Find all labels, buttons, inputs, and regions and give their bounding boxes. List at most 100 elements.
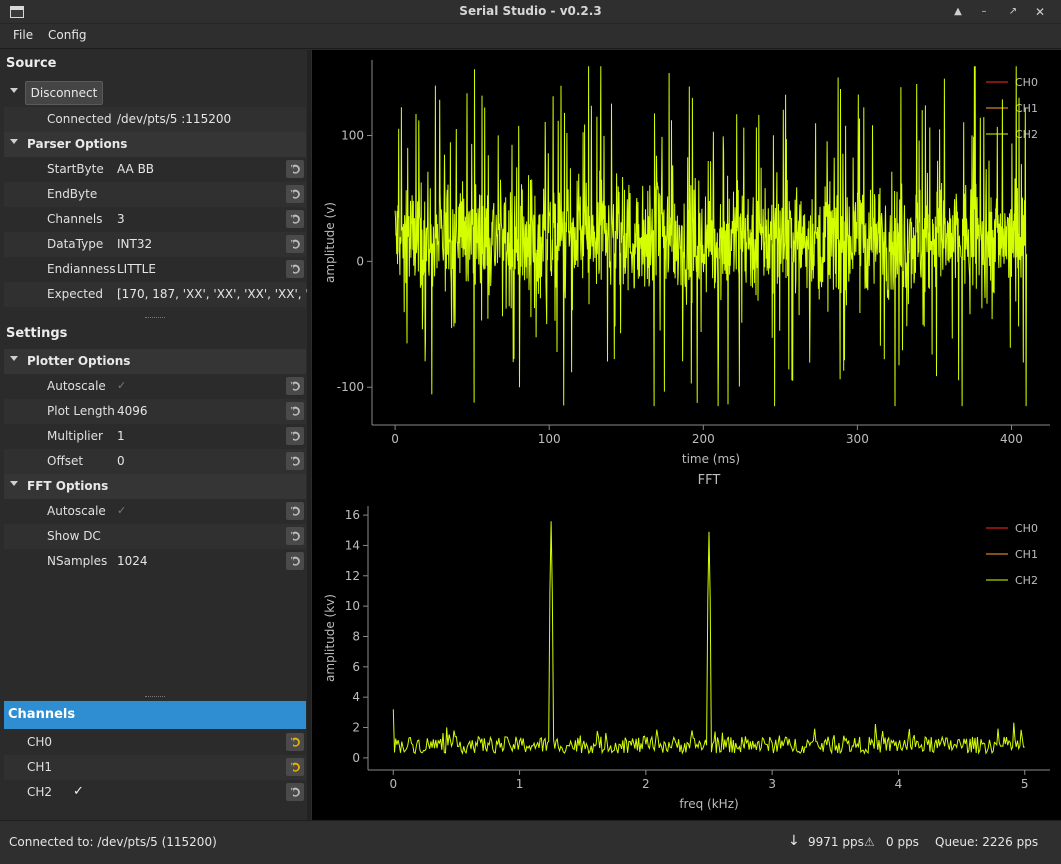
collapse-arrow-icon[interactable] bbox=[10, 356, 18, 361]
startbyte-label: StartByte bbox=[47, 162, 104, 176]
datatype-value[interactable]: INT32 bbox=[117, 237, 307, 251]
minimize-icon[interactable]: – bbox=[975, 3, 993, 21]
reset-icon[interactable] bbox=[286, 185, 304, 203]
close-icon[interactable]: ✕ bbox=[1031, 3, 1049, 21]
parser-row-endbyte: EndByte bbox=[4, 182, 306, 207]
source-title: Source bbox=[6, 56, 57, 71]
x-tick-label: 200 bbox=[692, 432, 715, 446]
fft-autoscale-label: Autoscale bbox=[47, 504, 106, 518]
menu-config[interactable]: Config bbox=[48, 28, 87, 42]
nsamples-value[interactable]: 1024 bbox=[117, 554, 307, 568]
x-tick-label: 0 bbox=[391, 432, 399, 446]
ch2-label: CH2 bbox=[27, 785, 53, 799]
shade-icon[interactable]: ▲ bbox=[949, 3, 967, 21]
x-tick-label: 3 bbox=[768, 777, 776, 791]
reset-icon[interactable] bbox=[286, 783, 304, 801]
disconnect-button[interactable]: Disconnect bbox=[25, 81, 103, 105]
menu-file[interactable]: File bbox=[13, 28, 33, 42]
parser-row-channels: Channels 3 bbox=[4, 207, 306, 232]
fft-row-show-dc: Show DC bbox=[4, 524, 306, 549]
status-bar: Connected to: /dev/pts/5 (115200) ↓ 9971… bbox=[0, 820, 1061, 864]
connection-status: Connected to: /dev/pts/5 (115200) bbox=[9, 835, 217, 849]
reset-icon[interactable] bbox=[286, 235, 304, 253]
reset-icon[interactable] bbox=[286, 552, 304, 570]
channel-row-ch0[interactable]: CH0 bbox=[4, 730, 306, 755]
splitter-handle[interactable] bbox=[145, 317, 165, 319]
plot-area[interactable]: 0 100 200 300 400 -100 0 100 time (ms) amplitude … bbox=[312, 50, 1061, 820]
collapse-arrow-icon[interactable] bbox=[10, 88, 18, 93]
plot-length-value[interactable]: 4096 bbox=[117, 404, 307, 418]
plotter-options-group[interactable]: Plotter Options bbox=[4, 349, 306, 374]
connected-label: Connected bbox=[47, 112, 112, 126]
offset-label: Offset bbox=[47, 454, 84, 468]
y-tick-label: 4 bbox=[352, 690, 360, 704]
reset-icon[interactable] bbox=[286, 733, 304, 751]
reset-icon[interactable] bbox=[286, 377, 304, 395]
collapse-arrow-icon[interactable] bbox=[10, 139, 18, 144]
plotter-row-offset: Offset 0 bbox=[4, 449, 306, 474]
ch2-checkbox[interactable]: ✓ bbox=[73, 785, 85, 798]
title-bar[interactable]: Serial Studio - v0.2.3 ▲ – ↗ ✕ bbox=[0, 0, 1061, 24]
endianness-value[interactable]: LITTLE bbox=[117, 262, 307, 276]
channels-label: Channels bbox=[47, 212, 103, 226]
parser-options-label: Parser Options bbox=[27, 137, 128, 151]
x-tick-label: 4 bbox=[895, 777, 903, 791]
window-title: Serial Studio - v0.2.3 bbox=[459, 4, 602, 18]
x-tick-label: 5 bbox=[1021, 777, 1029, 791]
show-dc-checkbox[interactable] bbox=[117, 530, 129, 542]
plotter-row-multiplier: Multiplier 1 bbox=[4, 424, 306, 449]
parser-row-startbyte: StartByte AA BB bbox=[4, 157, 306, 182]
collapse-arrow-icon[interactable] bbox=[10, 481, 18, 486]
reset-icon[interactable] bbox=[286, 427, 304, 445]
connected-value: /dev/pts/5 :115200 bbox=[117, 112, 232, 126]
offset-value[interactable]: 0 bbox=[117, 454, 307, 468]
ch1-checkbox[interactable] bbox=[71, 761, 83, 773]
show-dc-label: Show DC bbox=[47, 529, 101, 543]
ch1-label: CH1 bbox=[27, 760, 53, 774]
channel-row-ch1[interactable]: CH1 bbox=[4, 755, 306, 780]
y-tick-label: 10 bbox=[345, 599, 360, 613]
splitter-handle[interactable] bbox=[145, 696, 165, 698]
parser-row-endianness: Endianness LITTLE bbox=[4, 257, 306, 282]
parser-row-datatype: DataType INT32 bbox=[4, 232, 306, 257]
ch0-label: CH0 bbox=[27, 735, 53, 749]
reset-icon[interactable] bbox=[286, 210, 304, 228]
error-icon: ⚠ bbox=[864, 835, 875, 849]
reset-icon[interactable] bbox=[286, 758, 304, 776]
channel-row-ch2[interactable]: CH2 ✓ bbox=[4, 780, 306, 805]
maximize-icon[interactable]: ↗ bbox=[1004, 3, 1022, 21]
reset-icon[interactable] bbox=[286, 527, 304, 545]
multiplier-value[interactable]: 1 bbox=[117, 429, 307, 443]
plotter-autoscale-checkbox[interactable]: ✓ bbox=[117, 380, 129, 392]
reset-icon[interactable] bbox=[286, 260, 304, 278]
x-tick-label: 2 bbox=[642, 777, 650, 791]
channels-header: Channels bbox=[4, 701, 306, 729]
x-tick-label: 1 bbox=[516, 777, 524, 791]
legend-entry: CH2 bbox=[1015, 574, 1038, 587]
reset-icon[interactable] bbox=[286, 452, 304, 470]
plots-canvas: 0 100 200 300 400-1000100time (ms)amplitude … bbox=[323, 60, 1050, 811]
left-panel: Source Disconnect Connected /dev/pts/5 :… bbox=[0, 50, 311, 820]
y-tick-label: 0 bbox=[356, 254, 364, 268]
channels-value[interactable]: 3 bbox=[117, 212, 307, 226]
expected-value: [170, 187, 'XX', 'XX', 'XX', 'XX', 'XX',… bbox=[117, 287, 307, 301]
fft-autoscale-checkbox[interactable]: ✓ bbox=[117, 505, 129, 517]
plotter-autoscale-label: Autoscale bbox=[47, 379, 106, 393]
parser-row-expected: Expected [170, 187, 'XX', 'XX', 'XX', 'X… bbox=[4, 282, 307, 307]
plotter-row-autoscale: Autoscale ✓ bbox=[4, 374, 306, 399]
multiplier-label: Multiplier bbox=[47, 429, 103, 443]
fft-options-group[interactable]: FFT Options bbox=[4, 474, 306, 499]
y-axis-label: amplitude (kv) bbox=[323, 594, 337, 682]
reset-icon[interactable] bbox=[286, 502, 304, 520]
x-axis-label: freq (kHz) bbox=[679, 797, 738, 811]
y-tick-label: 0 bbox=[352, 751, 360, 765]
plot-length-label: Plot Length bbox=[47, 404, 115, 418]
legend-entry: CH1 bbox=[1015, 102, 1038, 115]
reset-icon[interactable] bbox=[286, 160, 304, 178]
datatype-label: DataType bbox=[47, 237, 104, 251]
startbyte-value[interactable]: AA BB bbox=[117, 162, 307, 176]
reset-icon[interactable] bbox=[286, 402, 304, 420]
legend-entry: CH1 bbox=[1015, 548, 1038, 561]
ch0-checkbox[interactable] bbox=[71, 736, 83, 748]
parser-options-group[interactable]: Parser Options bbox=[4, 132, 306, 157]
